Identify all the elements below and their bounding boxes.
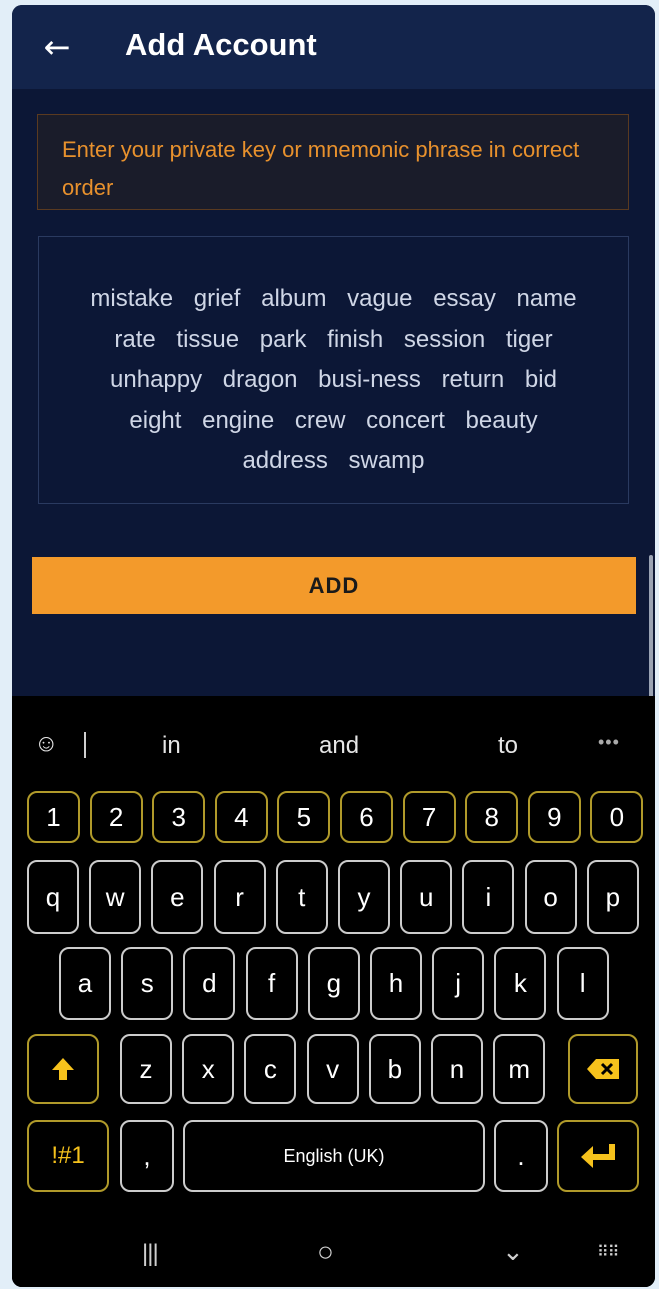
suggestion-to[interactable]: to <box>498 732 518 760</box>
key-3[interactable]: 3 <box>152 791 206 843</box>
key-w[interactable]: w <box>89 860 142 934</box>
keyboard: ☺ in and to ••• !#1 , English (UK) . 123… <box>12 696 655 1287</box>
emoji-icon[interactable]: ☺ <box>34 730 59 758</box>
add-button[interactable]: ADD <box>32 557 636 614</box>
key-n[interactable]: n <box>431 1034 483 1104</box>
key-9[interactable]: 9 <box>527 791 581 843</box>
space-key[interactable]: English (UK) <box>183 1120 485 1192</box>
instruction-banner: Enter your private key or mnemonic phras… <box>37 114 629 210</box>
suggestion-and[interactable]: and <box>319 732 359 760</box>
comma-key[interactable]: , <box>120 1120 174 1192</box>
key-4[interactable]: 4 <box>214 791 268 843</box>
page-title: Add Account <box>125 27 317 62</box>
backspace-key[interactable] <box>568 1034 638 1104</box>
key-j[interactable]: j <box>432 947 485 1020</box>
key-5[interactable]: 5 <box>277 791 331 843</box>
key-y[interactable]: y <box>338 860 390 934</box>
period-key[interactable]: . <box>494 1120 548 1192</box>
recents-icon[interactable]: ||| <box>142 1240 159 1268</box>
more-dots-icon[interactable]: ••• <box>598 732 620 753</box>
key-m[interactable]: m <box>493 1034 546 1104</box>
key-g[interactable]: g <box>307 947 360 1020</box>
key-2[interactable]: 2 <box>89 791 143 843</box>
key-r[interactable]: r <box>213 860 266 934</box>
key-f[interactable]: f <box>245 947 298 1020</box>
enter-key[interactable] <box>557 1120 639 1192</box>
key-v[interactable]: v <box>306 1034 359 1104</box>
key-d[interactable]: d <box>183 947 236 1020</box>
phone-screen: ← Add Account Enter your private key or … <box>12 5 655 1287</box>
key-p[interactable]: p <box>586 860 639 934</box>
mnemonic-input[interactable]: mistake grief album vague essay name rat… <box>38 236 629 504</box>
key-e[interactable]: e <box>151 860 204 934</box>
key-0[interactable]: 0 <box>590 791 644 843</box>
divider <box>84 732 86 758</box>
shift-icon <box>52 1058 74 1080</box>
key-h[interactable]: h <box>370 947 422 1020</box>
key-8[interactable]: 8 <box>465 791 519 843</box>
symbols-key[interactable]: !#1 <box>27 1120 109 1192</box>
suggestion-bar: ☺ in and to ••• <box>12 696 655 792</box>
arrow-left-icon[interactable]: ← <box>40 31 74 65</box>
key-x[interactable]: x <box>182 1034 235 1104</box>
key-q[interactable]: q <box>27 860 79 934</box>
key-b[interactable]: b <box>368 1034 421 1104</box>
shift-key[interactable] <box>27 1034 99 1104</box>
app-bar: ← Add Account <box>12 5 655 89</box>
key-a[interactable]: a <box>59 947 111 1020</box>
key-6[interactable]: 6 <box>340 791 393 843</box>
key-s[interactable]: s <box>121 947 174 1020</box>
key-l[interactable]: l <box>556 947 609 1020</box>
keyboard-icon[interactable]: ⠿⠿ <box>597 1242 619 1262</box>
chevron-down-icon[interactable]: ⌄ <box>502 1236 524 1267</box>
key-o[interactable]: o <box>524 860 577 934</box>
home-icon[interactable]: ○ <box>317 1236 334 1268</box>
key-7[interactable]: 7 <box>402 791 456 843</box>
key-1[interactable]: 1 <box>27 791 80 843</box>
enter-icon <box>581 1144 615 1168</box>
key-i[interactable]: i <box>462 860 515 934</box>
key-t[interactable]: t <box>275 860 328 934</box>
backspace-icon <box>587 1059 619 1079</box>
key-c[interactable]: c <box>244 1034 297 1104</box>
system-navbar: ||| ○ ⌄ ⠿⠿ <box>12 1224 655 1287</box>
suggestion-in[interactable]: in <box>162 732 181 760</box>
key-k[interactable]: k <box>494 947 547 1020</box>
key-u[interactable]: u <box>400 860 453 934</box>
key-z[interactable]: z <box>120 1034 172 1104</box>
